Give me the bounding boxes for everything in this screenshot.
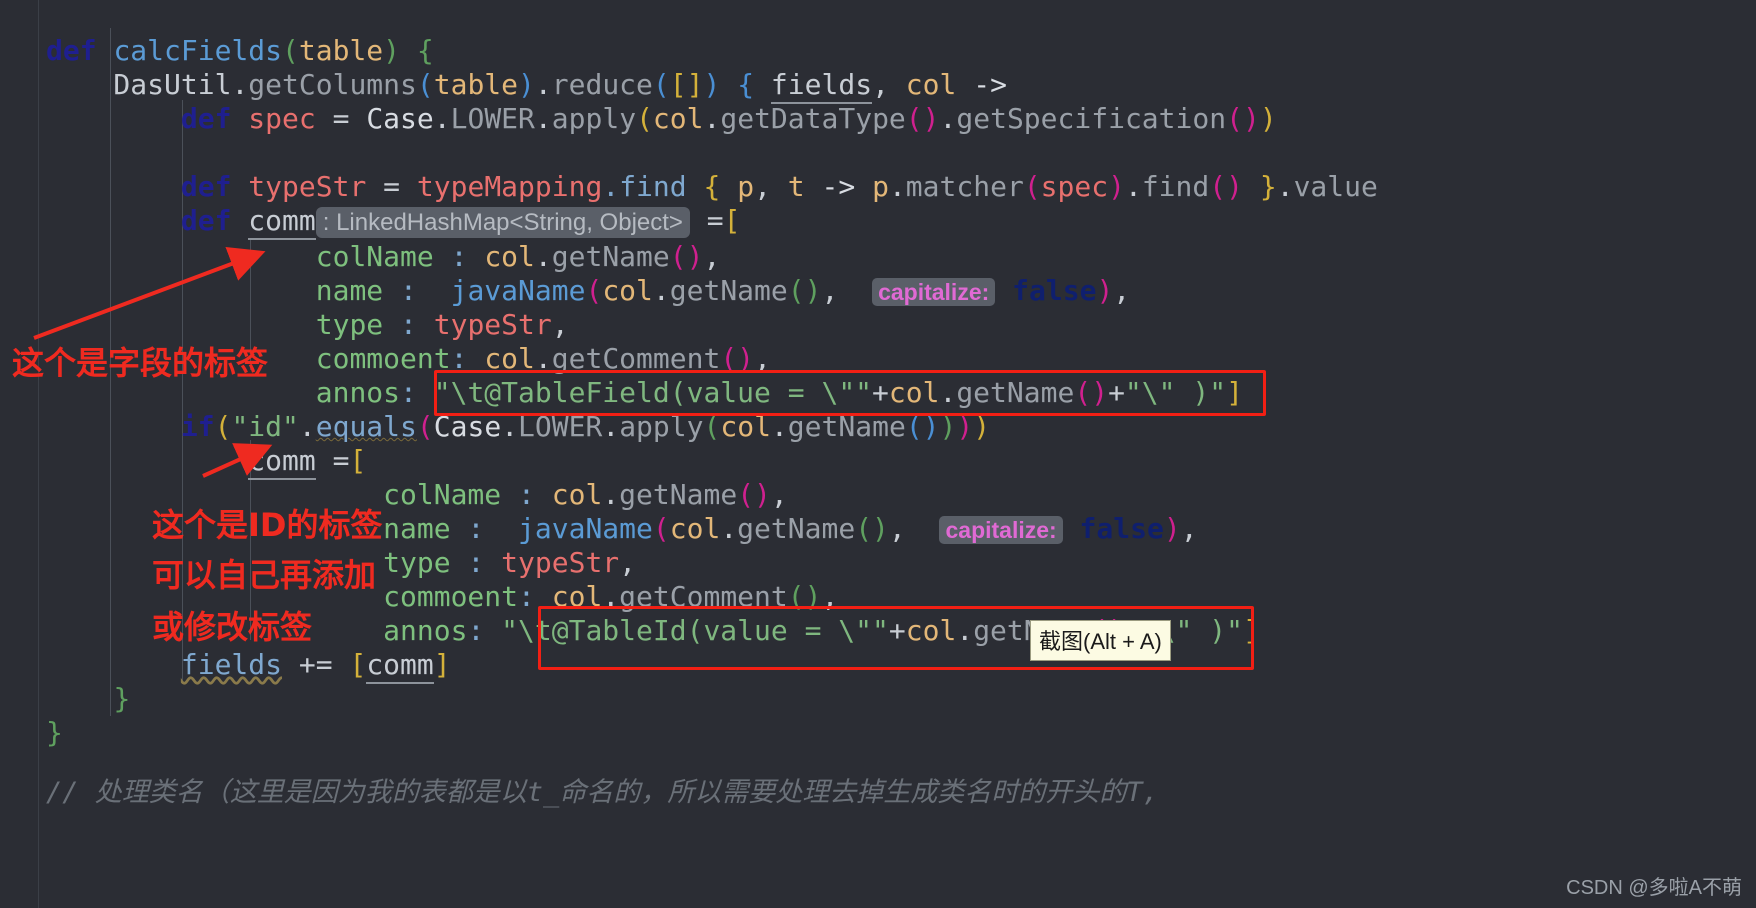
annotation-field-label: 这个是字段的标签 (12, 344, 269, 382)
annotation-id-label-line2: 可以自己再添加 (152, 556, 377, 594)
screenshot-tooltip: 截图(Alt + A) (1030, 620, 1171, 661)
code-line-19: fields += [comm] (46, 646, 451, 684)
code-line-13: comm =[ (46, 442, 366, 480)
code-line-2: DasUtil.getColumns(table).reduce([]) { f… (46, 66, 1007, 104)
code-line-5: def typeStr = typeMapping.find { p, t ->… (180, 170, 1378, 203)
code-line-12: if("id".equals(Case.LOWER.apply(col.getN… (180, 410, 991, 443)
code-editor-screenshot: def calcFields(table) { DasUtil.getColum… (0, 0, 1756, 908)
watermark: CSDN @多啦A不萌 (1566, 877, 1742, 899)
code-line-20: } (113, 682, 131, 715)
code-line-6: def comm: LinkedHashMap<String, Object> … (46, 202, 741, 242)
code-line-7: colName : col.getName(), (248, 240, 721, 273)
code-content[interactable]: def calcFields(table) { DasUtil.getColum… (0, 0, 1756, 908)
annotation-id-label-line1: 这个是ID的标签 (152, 506, 383, 544)
inlay-hint-capitalize-2: capitalize: (939, 516, 1063, 544)
code-line-1: def calcFields(table) { (46, 34, 434, 67)
inlay-hint-linkedhashmap: : LinkedHashMap<String, Object> (315, 207, 690, 238)
trailing-comment: // 处理类名（这里是因为我的表都是以t_命名的，所以需要处理去掉生成类名时的开… (46, 777, 1159, 808)
inlay-hint-capitalize-1: capitalize: (872, 278, 996, 306)
annotation-id-label-line3: 或修改标签 (152, 608, 313, 646)
code-line-3: def spec = Case.LOWER.apply(col.getDataT… (180, 102, 1277, 135)
code-line-21: } (46, 716, 63, 749)
